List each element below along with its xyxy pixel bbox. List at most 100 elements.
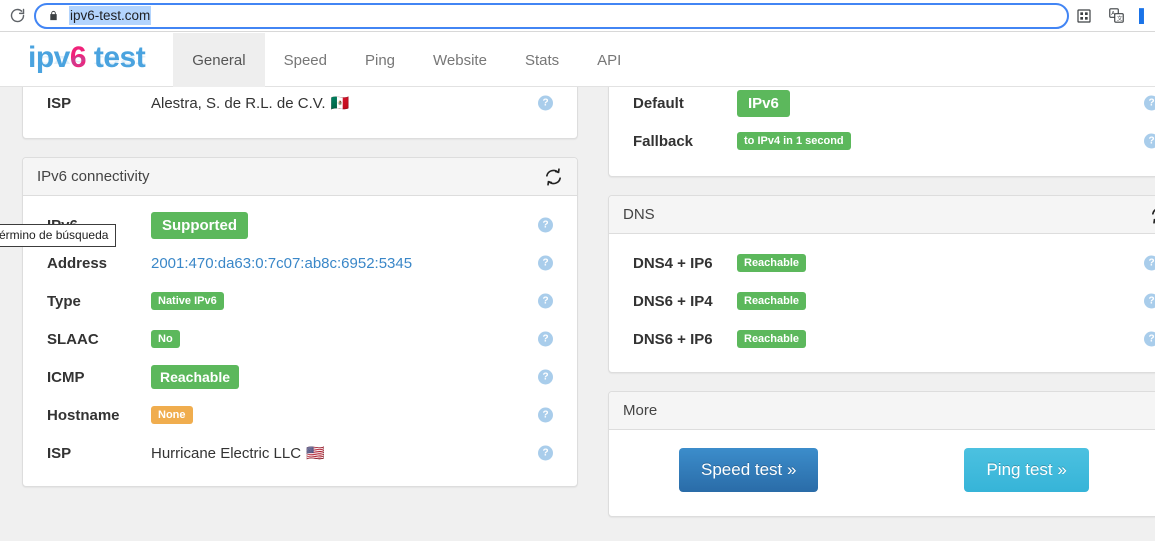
row-isp-v4: ISP Alestra, S. de R.L. de C.V. 🇲🇽 ? xyxy=(23,87,577,122)
help-icon[interactable]: ? xyxy=(538,408,553,423)
row-label: Fallback xyxy=(633,133,737,150)
more-panel-header: More xyxy=(609,392,1155,430)
row-value: None xyxy=(151,406,193,424)
help-icon[interactable]: ? xyxy=(1144,96,1155,111)
row-label: DNS6 + IP6 xyxy=(633,331,737,348)
lock-icon xyxy=(46,9,60,23)
help-icon[interactable]: ? xyxy=(538,446,553,461)
flag-mexico-icon: 🇲🇽 xyxy=(331,96,350,111)
status-badge: Reachable xyxy=(737,292,806,310)
reload-icon[interactable] xyxy=(2,3,32,29)
help-icon[interactable]: ? xyxy=(1144,332,1155,347)
refresh-icon[interactable] xyxy=(1150,205,1155,224)
row-dns6-ip6: DNS6 + IP6 Reachable ? xyxy=(609,320,1155,358)
row-value: to IPv4 in 1 second xyxy=(737,132,851,150)
ipv6-connectivity-panel: IPv6 connectivity IPv6 Supported xyxy=(22,157,578,487)
status-badge: Reachable xyxy=(151,365,239,389)
speed-test-button[interactable]: Speed test » xyxy=(679,448,818,492)
row-value: No xyxy=(151,330,180,348)
isp-panel-body: ISP Alestra, S. de R.L. de C.V. 🇲🇽 ? xyxy=(23,87,577,138)
help-icon[interactable]: ? xyxy=(538,256,553,271)
main-navigation: General Speed Ping Website Stats API xyxy=(173,33,640,87)
browser-default-body: Default IPv6 ? Fallback to IPv4 in 1 sec… xyxy=(609,87,1155,176)
status-badge: No xyxy=(151,330,180,348)
row-dns4-ip6: DNS4 + IP6 Reachable ? xyxy=(609,244,1155,282)
row-fallback: Fallback to IPv4 in 1 second ? xyxy=(609,122,1155,160)
tab-website-label: Website xyxy=(433,52,487,69)
row-value: Reachable xyxy=(151,365,239,389)
translate-icon[interactable]: A 文 xyxy=(1107,7,1125,25)
ping-test-button[interactable]: Ping test » xyxy=(964,448,1088,492)
isp-v4-name: Alestra, S. de R.L. de C.V. xyxy=(151,95,326,112)
dns-panel-header: DNS xyxy=(609,196,1155,234)
row-address: Address 2001:470:da63:0:7c07:ab8c:6952:5… xyxy=(23,244,577,282)
help-icon[interactable]: ? xyxy=(538,96,553,111)
dns-panel: DNS DNS4 + IP6 Reachable ? xyxy=(608,195,1155,373)
tab-speed[interactable]: Speed xyxy=(265,33,346,87)
ipv6-connectivity-header: IPv6 connectivity xyxy=(23,158,577,196)
logo-part-six: 6 xyxy=(70,41,86,74)
browser-action-icons: A 文 ▌ xyxy=(1075,7,1155,25)
tab-website[interactable]: Website xyxy=(414,33,506,87)
row-type: Type Native IPv6 ? xyxy=(23,282,577,320)
page-content: ISP Alestra, S. de R.L. de C.V. 🇲🇽 ? IPv… xyxy=(0,87,1155,541)
more-panel: More Speed test » Ping test » xyxy=(608,391,1155,517)
row-label: Hostname xyxy=(47,407,151,424)
row-value: Reachable xyxy=(737,330,806,348)
tab-stats-label: Stats xyxy=(525,52,559,69)
row-label: DNS6 + IP4 xyxy=(633,293,737,310)
tab-ping[interactable]: Ping xyxy=(346,33,414,87)
site-logo[interactable]: ipv6 test ipv6 test xyxy=(28,33,145,83)
right-column: Default IPv6 ? Fallback to IPv4 in 1 sec… xyxy=(608,87,1155,535)
row-value: Native IPv6 xyxy=(151,292,224,310)
isp-panel: ISP Alestra, S. de R.L. de C.V. 🇲🇽 ? xyxy=(22,87,578,139)
row-value: Reachable xyxy=(737,254,806,272)
profile-chip-partial[interactable]: ▌ xyxy=(1139,8,1149,24)
left-column: ISP Alestra, S. de R.L. de C.V. 🇲🇽 ? IPv… xyxy=(22,87,578,505)
status-badge: Reachable xyxy=(737,330,806,348)
panel-title: IPv6 connectivity xyxy=(37,168,150,185)
help-icon[interactable]: ? xyxy=(538,332,553,347)
help-icon[interactable]: ? xyxy=(538,294,553,309)
tab-api[interactable]: API xyxy=(578,33,640,87)
row-value: Reachable xyxy=(737,292,806,310)
row-value: Supported xyxy=(151,212,248,239)
help-icon[interactable]: ? xyxy=(538,370,553,385)
row-label: ISP xyxy=(47,445,151,462)
row-label: ICMP xyxy=(47,369,151,386)
qr-code-icon[interactable] xyxy=(1075,7,1093,25)
help-icon[interactable]: ? xyxy=(1144,134,1155,149)
row-isp-v6: ISP Hurricane Electric LLC 🇺🇸 ? xyxy=(23,434,577,472)
row-value: IPv6 xyxy=(737,90,790,117)
tab-speed-label: Speed xyxy=(284,52,327,69)
status-badge: Native IPv6 xyxy=(151,292,224,310)
row-value[interactable]: 2001:470:da63:0:7c07:ab8c:6952:5345 xyxy=(151,255,412,272)
tab-general-label: General xyxy=(192,52,245,69)
tab-stats[interactable]: Stats xyxy=(506,33,578,87)
row-slaac: SLAAC No ? xyxy=(23,320,577,358)
site-header: ipv6 test ipv6 test General Speed Ping W… xyxy=(0,33,1155,87)
address-bar-text[interactable]: ipv6-test.com xyxy=(69,6,151,25)
row-icmp: ICMP Reachable ? xyxy=(23,358,577,396)
row-hostname: Hostname None ? xyxy=(23,396,577,434)
status-badge: to IPv4 in 1 second xyxy=(737,132,851,150)
help-icon[interactable]: ? xyxy=(538,218,553,233)
row-label: DNS4 + IP6 xyxy=(633,255,737,272)
tab-ping-label: Ping xyxy=(365,52,395,69)
dns-panel-body: DNS4 + IP6 Reachable ? DNS6 + IP4 Reacha… xyxy=(609,234,1155,372)
row-label: Address xyxy=(47,255,151,272)
row-default: Default IPv6 ? xyxy=(609,87,1155,122)
browser-default-panel: Default IPv6 ? Fallback to IPv4 in 1 sec… xyxy=(608,87,1155,177)
logo-part-test: test xyxy=(86,41,145,74)
flag-usa-icon: 🇺🇸 xyxy=(306,446,325,461)
row-label: Default xyxy=(633,95,737,112)
tab-general[interactable]: General xyxy=(173,33,264,87)
svg-text:A: A xyxy=(1111,11,1115,17)
help-icon[interactable]: ? xyxy=(1144,256,1155,271)
refresh-icon[interactable] xyxy=(544,167,563,186)
row-label: ISP xyxy=(47,95,151,112)
address-bar[interactable]: ipv6-test.com xyxy=(34,3,1069,29)
help-icon[interactable]: ? xyxy=(1144,294,1155,309)
status-badge: IPv6 xyxy=(737,90,790,117)
status-badge: None xyxy=(151,406,193,424)
